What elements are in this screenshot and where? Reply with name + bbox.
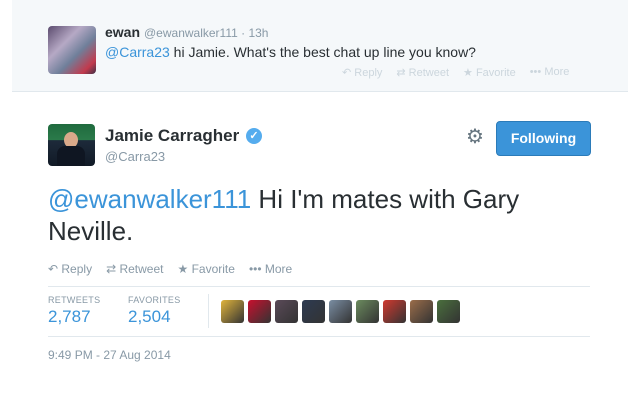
reply-avatar[interactable] xyxy=(48,26,96,74)
retweets-label: RETWEETS xyxy=(48,295,101,305)
more-button[interactable]: ••• More xyxy=(249,262,292,276)
reply-mention-link[interactable]: @Carra23 xyxy=(105,44,170,60)
reply-text: @Carra23 hi Jamie. What's the best chat … xyxy=(105,44,476,60)
reply-reply-button[interactable]: ↶ Reply xyxy=(342,66,382,79)
favoriter-avatar[interactable] xyxy=(302,300,325,323)
favoriter-avatar[interactable] xyxy=(275,300,298,323)
reply-author-handle[interactable]: @ewanwalker111 · 13h xyxy=(144,26,268,40)
reply-retweet-button[interactable]: ⇄ Retweet xyxy=(396,66,449,79)
favorites-label: FAVORITES xyxy=(128,295,181,305)
retweet-button[interactable]: ⇄ Retweet xyxy=(106,262,163,276)
reply-favorite-button[interactable]: ★ Favorite xyxy=(463,66,516,79)
avatar-body-shape xyxy=(57,146,85,166)
reply-button[interactable]: ↶ Reply xyxy=(48,262,92,276)
favoriter-avatar[interactable] xyxy=(437,300,460,323)
favoriter-avatars xyxy=(221,300,460,323)
reply-more-button[interactable]: ••• More xyxy=(530,66,570,79)
following-button[interactable]: Following xyxy=(496,121,591,156)
gear-icon[interactable]: ⚙ xyxy=(464,126,486,148)
tweet-text: @ewanwalker111 Hi I'm mates with Gary Ne… xyxy=(48,183,608,247)
reply-body: hi Jamie. What's the best chat up line y… xyxy=(169,44,476,60)
reply-tweet[interactable]: ewan @ewanwalker111 · 13h @Carra23 hi Ja… xyxy=(12,0,628,92)
tweet-actions: ↶ Reply ⇄ Retweet ★ Favorite ••• More xyxy=(48,262,292,276)
author-handle[interactable]: @Carra23 xyxy=(105,149,165,164)
favoriter-avatar[interactable] xyxy=(221,300,244,323)
retweets-count[interactable]: 2,787 xyxy=(48,307,91,327)
favoriter-avatar[interactable] xyxy=(356,300,379,323)
favorite-button[interactable]: ★ Favorite xyxy=(178,262,235,276)
author-avatar[interactable] xyxy=(48,124,95,166)
favoriter-avatar[interactable] xyxy=(383,300,406,323)
tweet-mention-link[interactable]: @ewanwalker111 xyxy=(48,184,251,214)
favoriter-avatar[interactable] xyxy=(329,300,352,323)
verified-badge-icon: ✓ xyxy=(246,128,262,144)
reply-author-name[interactable]: ewan xyxy=(105,24,140,40)
stats-separator xyxy=(208,294,209,328)
divider xyxy=(48,336,590,337)
divider xyxy=(48,286,590,287)
favoriter-avatar[interactable] xyxy=(410,300,433,323)
tweet-timestamp[interactable]: 9:49 PM - 27 Aug 2014 xyxy=(48,348,171,362)
author-name[interactable]: Jamie Carragher xyxy=(105,126,239,146)
favoriter-avatar[interactable] xyxy=(248,300,271,323)
reply-actions: ↶ Reply ⇄ Retweet ★ Favorite ••• More xyxy=(342,66,569,79)
favorites-count[interactable]: 2,504 xyxy=(128,307,171,327)
